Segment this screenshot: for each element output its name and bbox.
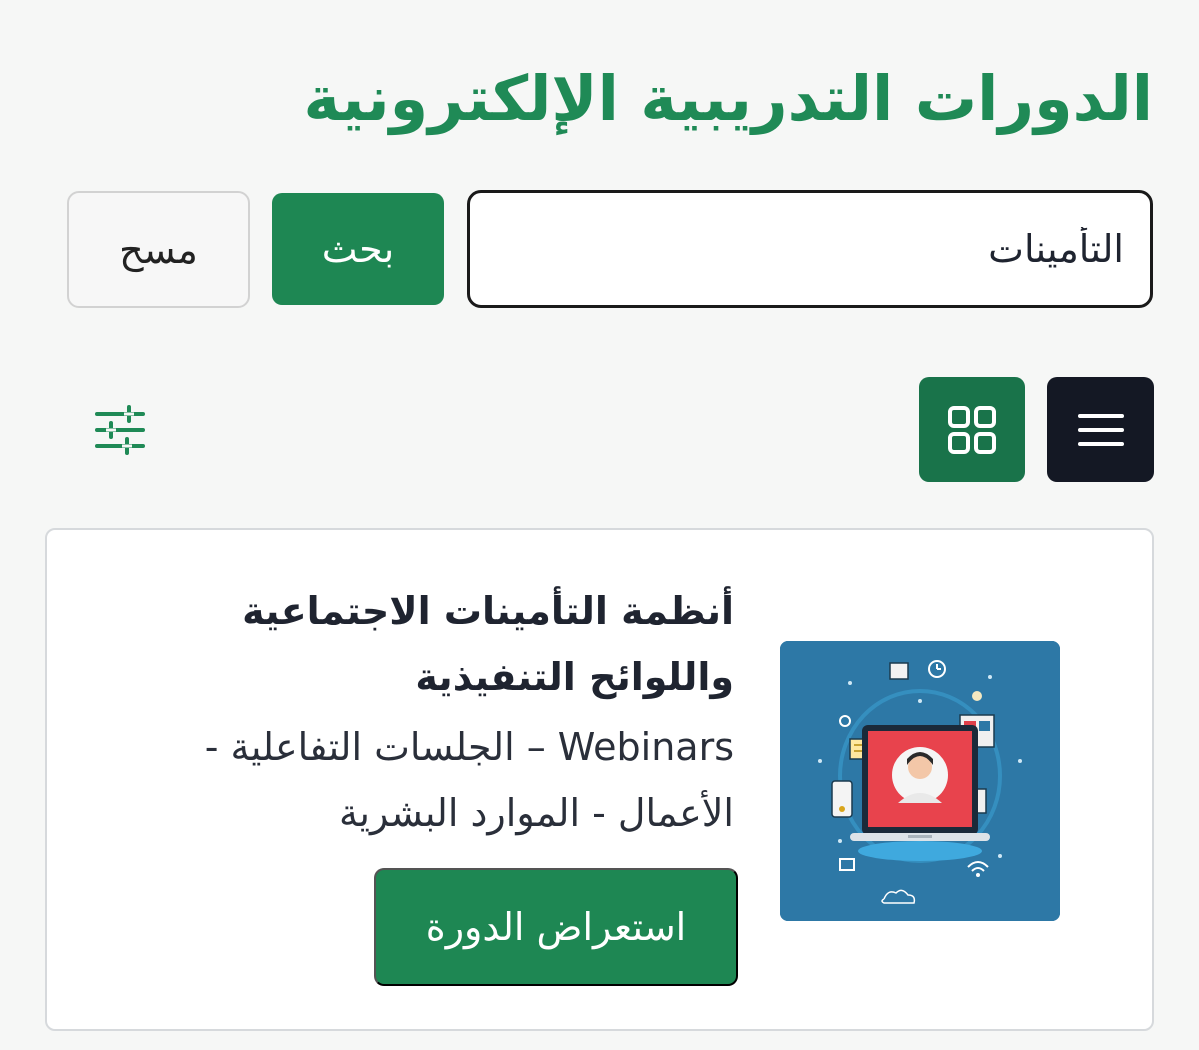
list-view-button[interactable] <box>1047 377 1154 482</box>
search-input[interactable] <box>467 190 1153 308</box>
view-course-button[interactable]: استعراض الدورة <box>374 868 738 986</box>
courses-page: الدورات التدريبية الإلكترونية بحث مسح <box>0 0 1199 1050</box>
course-category: Webinars – الجلسات التفاعلية - الأعمال -… <box>204 725 734 835</box>
grid-view-button[interactable] <box>919 377 1025 482</box>
filter-button[interactable] <box>88 400 152 460</box>
clear-button[interactable]: مسح <box>67 191 250 308</box>
online-webinar-illustration <box>780 641 1060 921</box>
course-card: أنظمة التأمينات الاجتماعية واللوائح التن… <box>45 528 1154 1031</box>
hamburger-menu-icon <box>1077 413 1124 446</box>
sliders-icon <box>95 405 145 455</box>
grid-icon <box>948 405 996 454</box>
page-title: الدورات التدريبية الإلكترونية <box>303 62 1153 135</box>
course-title[interactable]: أنظمة التأمينات الاجتماعية واللوائح التن… <box>94 578 734 710</box>
course-thumbnail[interactable] <box>780 641 1060 921</box>
search-button[interactable]: بحث <box>272 193 444 305</box>
